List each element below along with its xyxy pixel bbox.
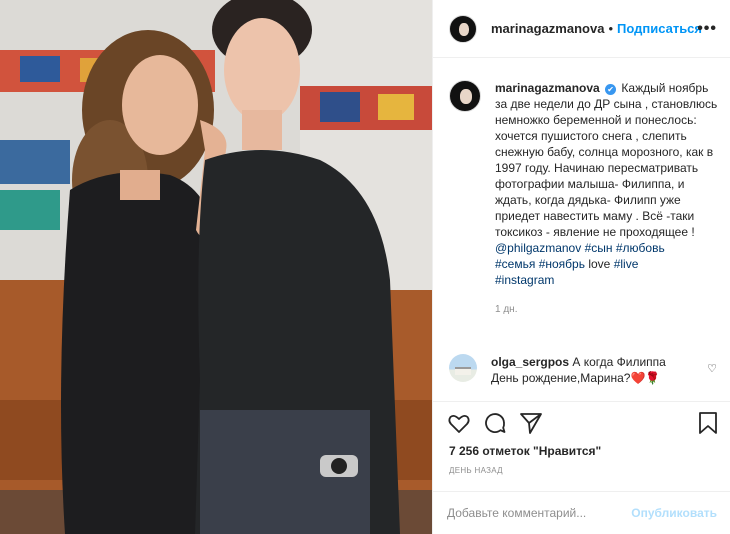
comment-input[interactable] (447, 506, 632, 520)
post-header: marinagazmanova • Подписаться ••• (433, 0, 730, 58)
comment-item: olga_sergpos А когда Филиппа День рожден… (449, 354, 719, 386)
publish-button[interactable]: Опубликовать (631, 506, 717, 520)
author-avatar[interactable] (449, 14, 477, 43)
post-caption: marinagazmanova ✔ Каждый ноябрь за две н… (449, 80, 721, 318)
hashtag-link[interactable]: #instagram (495, 273, 554, 287)
heart-icon[interactable] (447, 411, 471, 435)
likes-count[interactable]: 7 256 отметок "Нравится" (449, 444, 601, 458)
commenter-avatar[interactable] (449, 354, 477, 382)
add-comment-area: Опубликовать (433, 491, 730, 534)
caption-avatar[interactable] (449, 80, 481, 112)
hashtag-link[interactable]: #live (614, 257, 639, 271)
hashtag-link[interactable]: #любовь (616, 241, 665, 255)
caption-username[interactable]: marinagazmanova (495, 81, 600, 95)
caption-text: Каждый ноябрь за две недели до ДР сына ,… (495, 81, 718, 239)
mention-link[interactable]: @philgazmanov (495, 241, 581, 255)
hashtag-link[interactable]: #ноябрь (539, 257, 585, 271)
action-bar (447, 411, 721, 437)
heart-outline-icon[interactable]: ♡ (707, 362, 717, 375)
post-date[interactable]: ДЕНЬ НАЗАД (449, 466, 503, 475)
comment-text-block: olga_sergpos А когда Филиппа День рожден… (491, 354, 687, 386)
comment-bubble-icon[interactable] (483, 411, 507, 435)
hashtag-link[interactable]: #семья (495, 257, 535, 271)
caption-age[interactable]: 1 дн. (495, 302, 721, 318)
photo-people (0, 0, 432, 534)
divider (433, 401, 730, 402)
post-photo[interactable] (0, 0, 432, 534)
separator-dot: • (608, 21, 613, 36)
author-username[interactable]: marinagazmanova (491, 21, 604, 36)
ellipsis-icon[interactable]: ••• (697, 20, 717, 38)
caption-text-block: marinagazmanova ✔ Каждый ноябрь за две н… (495, 80, 721, 318)
comment-emoji: ❤️🌹 (630, 371, 661, 385)
bookmark-icon[interactable] (697, 411, 719, 435)
caption-word: love (588, 257, 611, 271)
post-sidebar: marinagazmanova • Подписаться ••• marina… (432, 0, 730, 534)
commenter-username[interactable]: olga_sergpos (491, 355, 569, 369)
share-plane-icon[interactable] (519, 411, 543, 435)
verified-badge-icon: ✔ (605, 84, 617, 95)
follow-button[interactable]: Подписаться (617, 21, 702, 36)
hashtag-link[interactable]: #сын (585, 241, 613, 255)
